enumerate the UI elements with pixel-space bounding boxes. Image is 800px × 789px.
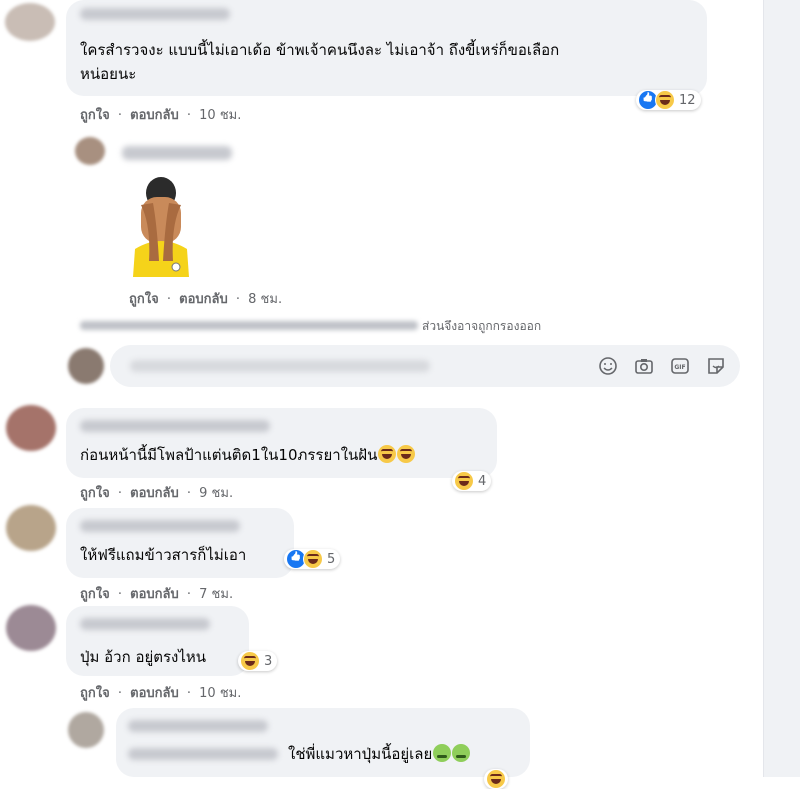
reaction-summary[interactable]: 5 bbox=[284, 549, 341, 569]
timestamp[interactable]: 8 ชม. bbox=[248, 292, 282, 307]
reaction-count: 12 bbox=[679, 92, 696, 108]
avatar bbox=[68, 348, 104, 384]
reply-button[interactable]: ตอบกลับ bbox=[179, 292, 228, 307]
like-button[interactable]: ถูกใจ bbox=[80, 108, 110, 123]
comment-actions: ถูกใจ · ตอบกลับ · 10 ชม. bbox=[80, 682, 241, 703]
reaction-count: 4 bbox=[478, 473, 487, 489]
haha-icon bbox=[240, 651, 260, 671]
reply-button[interactable]: ตอบกลับ bbox=[130, 108, 179, 123]
comment-text: ปุ่ม อ้วก อยู่ตรงไหน bbox=[80, 648, 207, 666]
filter-notice: ส่วนจึงอาจถูกกรองออก bbox=[422, 317, 541, 336]
camera-icon[interactable] bbox=[634, 356, 654, 376]
notice-blurred bbox=[80, 321, 418, 330]
sticker-image bbox=[133, 177, 189, 277]
comment-actions: ถูกใจ · ตอบกลับ · 7 ชม. bbox=[80, 583, 233, 604]
nauseated-emoji-icon bbox=[452, 744, 471, 762]
avatar[interactable] bbox=[75, 137, 105, 165]
separator: · bbox=[235, 292, 241, 307]
timestamp[interactable]: 10 ชม. bbox=[199, 686, 241, 701]
gif-icon[interactable]: GIF bbox=[670, 356, 690, 376]
comment-input[interactable]: GIF bbox=[110, 345, 740, 387]
right-rail bbox=[763, 0, 800, 777]
commenter-name[interactable] bbox=[80, 8, 230, 20]
reaction-count: 3 bbox=[264, 653, 273, 669]
laughing-emoji-icon bbox=[378, 445, 397, 463]
comment-text: ให้ฟรีแถมข้าวสารก็ไม่เอา bbox=[80, 546, 247, 564]
reaction-count: 5 bbox=[327, 551, 336, 567]
timestamp[interactable]: 9 ชม. bbox=[199, 486, 233, 501]
separator: · bbox=[186, 108, 192, 123]
avatar[interactable] bbox=[68, 712, 104, 748]
comment-text-blurred bbox=[128, 748, 278, 760]
separator: · bbox=[186, 587, 192, 602]
reaction-summary[interactable]: 3 bbox=[238, 651, 278, 671]
separator: · bbox=[117, 108, 122, 123]
comment-text-content: ใช่พี่แมวหาปุ่มนี้อยู่เลย bbox=[288, 745, 433, 763]
nauseated-emoji-icon bbox=[433, 744, 452, 762]
avatar[interactable] bbox=[6, 405, 56, 451]
emoji-icon[interactable] bbox=[598, 356, 618, 376]
separator: · bbox=[186, 486, 192, 501]
haha-icon bbox=[486, 769, 506, 789]
input-placeholder-blurred bbox=[130, 360, 430, 372]
avatar[interactable] bbox=[6, 505, 56, 551]
compose-toolbar: GIF bbox=[598, 356, 726, 376]
comment-text: ใช่พี่แมวหาปุ่มนี้อยู่เลย bbox=[288, 742, 471, 766]
commenter-name[interactable] bbox=[80, 520, 240, 532]
like-button[interactable]: ถูกใจ bbox=[80, 486, 110, 501]
sticker-icon[interactable] bbox=[706, 356, 726, 376]
comment-text: ก่อนหน้านี้มีโพลป้าแต่นติด1ใน10ภรรยาในฝั… bbox=[80, 443, 416, 467]
svg-text:GIF: GIF bbox=[674, 364, 685, 371]
reaction-summary[interactable]: 4 bbox=[452, 471, 492, 491]
comment-text-content: ก่อนหน้านี้มีโพลป้าแต่นติด1ใน10ภรรยาในฝั… bbox=[80, 446, 378, 464]
like-button[interactable]: ถูกใจ bbox=[80, 686, 110, 701]
timestamp[interactable]: 7 ชม. bbox=[199, 587, 233, 602]
haha-icon bbox=[655, 90, 675, 110]
separator: · bbox=[117, 686, 122, 701]
avatar[interactable] bbox=[5, 3, 55, 41]
comment-text-line2: หน่อยนะ bbox=[80, 65, 137, 83]
commenter-name[interactable] bbox=[122, 146, 232, 160]
avatar[interactable] bbox=[6, 605, 56, 651]
reply-button[interactable]: ตอบกลับ bbox=[130, 686, 179, 701]
reply-button[interactable]: ตอบกลับ bbox=[130, 587, 179, 602]
haha-icon bbox=[454, 471, 474, 491]
haha-icon bbox=[303, 549, 323, 569]
comment-text: ใครสำรวจงะ แบบนี้ไม่เอาเด้อ ข้าพเจ้าคนนึ… bbox=[80, 41, 560, 59]
separator: · bbox=[186, 686, 192, 701]
commenter-name[interactable] bbox=[128, 720, 268, 732]
reaction-summary[interactable] bbox=[484, 769, 508, 789]
separator: · bbox=[166, 292, 171, 307]
commenter-name[interactable] bbox=[80, 618, 210, 630]
notice-text: ส่วนจึงอาจถูกกรองออก bbox=[422, 319, 542, 333]
laughing-emoji-icon bbox=[397, 445, 416, 463]
separator: · bbox=[117, 587, 122, 602]
like-button[interactable]: ถูกใจ bbox=[129, 292, 159, 307]
separator: · bbox=[117, 486, 122, 501]
reaction-summary[interactable]: 12 bbox=[636, 90, 701, 110]
comment-actions: ถูกใจ · ตอบกลับ · 8 ชม. bbox=[129, 288, 282, 309]
timestamp[interactable]: 10 ชม. bbox=[199, 108, 241, 123]
commenter-name[interactable] bbox=[80, 420, 270, 432]
reply-button[interactable]: ตอบกลับ bbox=[130, 486, 179, 501]
like-button[interactable]: ถูกใจ bbox=[80, 587, 110, 602]
comment-actions: ถูกใจ · ตอบกลับ · 10 ชม. bbox=[80, 104, 241, 125]
comment-actions: ถูกใจ · ตอบกลับ · 9 ชม. bbox=[80, 482, 233, 503]
